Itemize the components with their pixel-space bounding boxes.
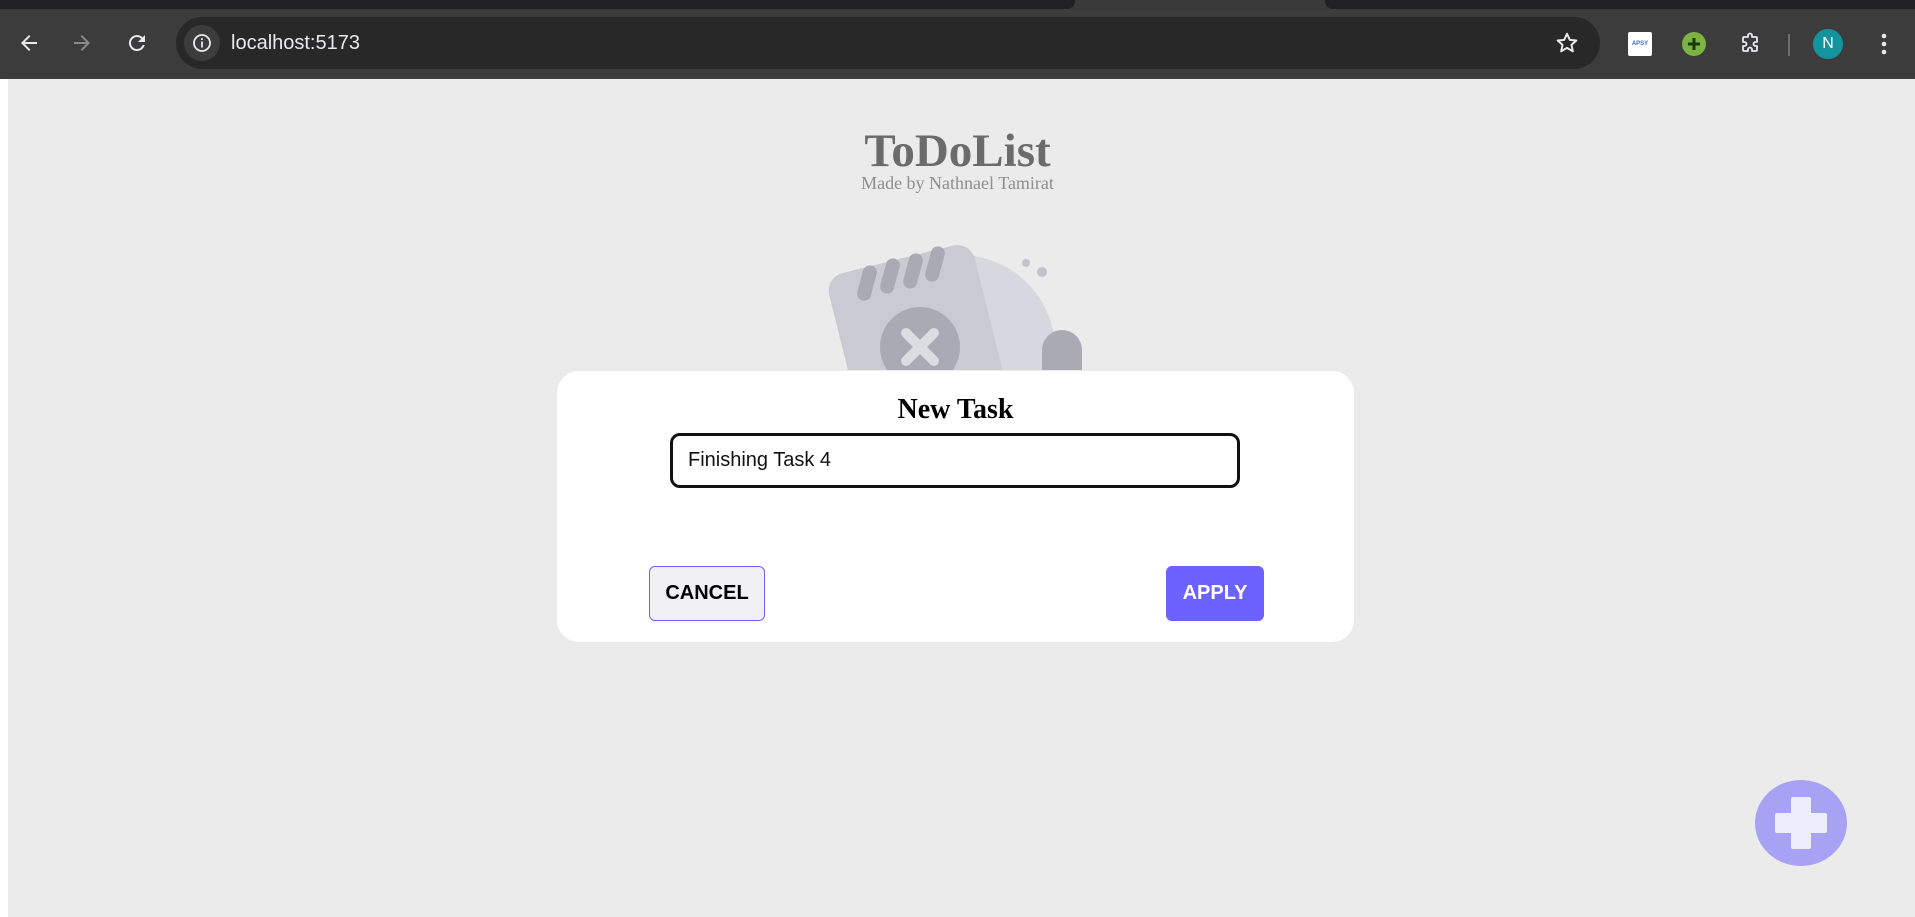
site-info-button[interactable] <box>184 25 220 61</box>
profile-avatar[interactable]: N <box>1813 29 1843 59</box>
add-task-button[interactable] <box>1755 780 1847 866</box>
task-name-input[interactable] <box>670 433 1240 488</box>
toolbar-divider <box>1788 34 1790 56</box>
url-text[interactable]: localhost:5173 <box>231 31 360 55</box>
reload-icon <box>128 35 145 52</box>
empty-notepad-illustration <box>820 235 1100 370</box>
app-title: ToDoList <box>864 125 1051 177</box>
arrow-right-icon <box>74 35 90 51</box>
apply-button[interactable]: APPLY <box>1166 566 1264 621</box>
plus-icon <box>1775 797 1827 849</box>
browser-menu-button[interactable] <box>1870 30 1898 58</box>
reload-button[interactable] <box>120 26 154 60</box>
forward-button[interactable] <box>65 26 99 60</box>
kebab-menu-icon <box>1881 33 1887 55</box>
new-task-dialog: New Task CANCEL APPLY <box>557 371 1354 642</box>
back-button[interactable] <box>12 26 46 60</box>
green-extension-button[interactable] <box>1680 30 1708 58</box>
apsy-extension-button[interactable]: APSY <box>1626 30 1654 58</box>
arrow-left-icon <box>21 35 37 51</box>
cancel-button[interactable]: CANCEL <box>649 566 765 621</box>
dialog-title: New Task <box>897 394 1014 425</box>
star-icon[interactable] <box>1554 30 1580 56</box>
app-subtitle: Made by Nathnael Tamirat <box>861 173 1054 193</box>
browser-toolbar: localhost:5173 APSY N <box>0 9 1915 79</box>
background-tab[interactable] <box>1325 0 1915 9</box>
tab-strip <box>0 0 1915 9</box>
apsy-extension-icon: APSY <box>1628 32 1652 56</box>
extensions-button[interactable] <box>1736 30 1764 58</box>
address-bar[interactable]: localhost:5173 <box>176 17 1600 69</box>
background-tab[interactable] <box>0 0 1075 9</box>
green-plus-extension-icon <box>1682 32 1706 56</box>
puzzle-icon <box>1742 32 1758 52</box>
info-icon <box>193 34 211 52</box>
